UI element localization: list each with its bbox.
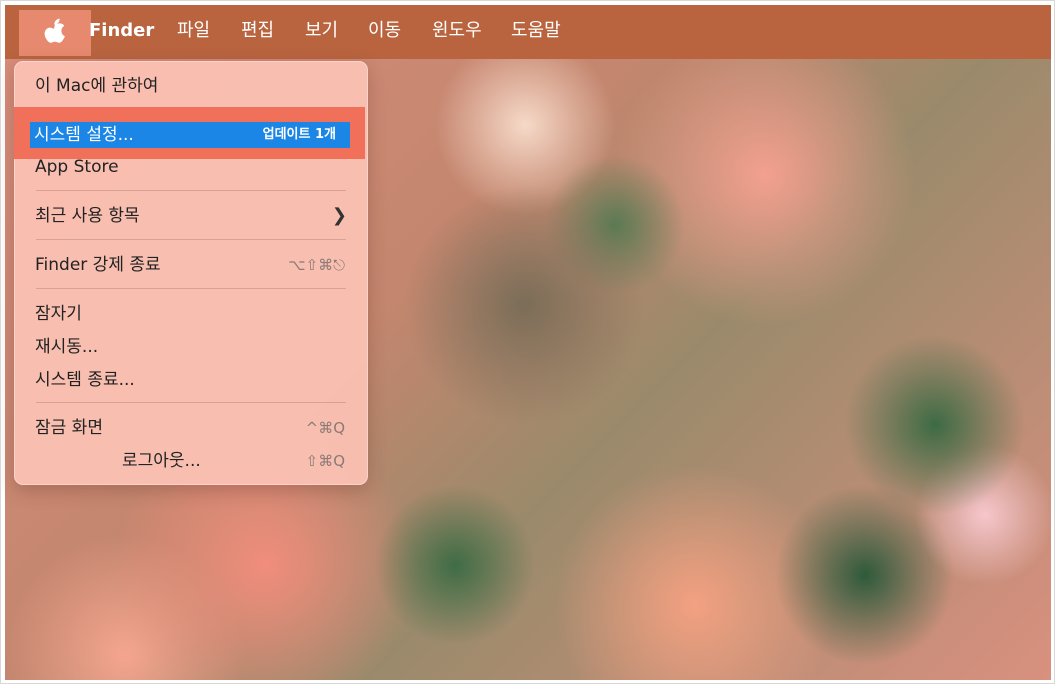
menu-finder[interactable]: Finder	[89, 20, 154, 42]
menu-separator	[36, 288, 346, 289]
menu-help[interactable]: 도움말	[511, 20, 561, 42]
menu-item-force-quit[interactable]: Finder 강제 종료	[35, 254, 161, 276]
chevron-right-icon: ❯	[331, 205, 347, 226]
menu-item-app-store[interactable]: App Store	[35, 156, 119, 178]
system-settings-label: 시스템 설정...	[34, 125, 134, 145]
menu-go[interactable]: 이동	[368, 20, 401, 42]
lock-screen-shortcut: ^⌘Q	[305, 419, 345, 437]
menu-item-sleep[interactable]: 잠자기	[35, 303, 82, 325]
menu-file[interactable]: 파일	[177, 20, 210, 42]
menu-item-about-this-mac[interactable]: 이 Mac에 관하여	[35, 75, 158, 97]
screenshot-frame: Finder 파일 편집 보기 이동 윈도우 도움말 이 Mac에 관하여 Ap…	[0, 0, 1055, 684]
log-out-shortcut: ⇧⌘Q	[305, 452, 345, 470]
apple-menu-button[interactable]	[19, 10, 91, 56]
update-badge: 업데이트 1개	[262, 127, 336, 142]
menu-item-shut-down[interactable]: 시스템 종료...	[35, 369, 135, 391]
menu-item-lock-screen[interactable]: 잠금 화면	[35, 417, 103, 439]
menu-item-recent-items[interactable]: 최근 사용 항목	[35, 205, 140, 227]
menu-edit[interactable]: 편집	[241, 20, 274, 42]
menu-separator	[36, 402, 346, 403]
menu-window[interactable]: 윈도우	[432, 20, 482, 42]
apple-logo-icon	[44, 18, 66, 48]
menu-separator	[36, 190, 346, 191]
menu-item-system-settings[interactable]: 시스템 설정... 업데이트 1개	[30, 122, 350, 148]
menu-separator	[36, 239, 346, 240]
force-quit-shortcut: ⌥⇧⌘⎋	[288, 256, 345, 274]
menu-bar: Finder 파일 편집 보기 이동 윈도우 도움말	[5, 5, 1051, 59]
menu-view[interactable]: 보기	[305, 20, 338, 42]
menu-item-log-out[interactable]: 로그아웃...	[122, 450, 201, 472]
menu-item-restart[interactable]: 재시동...	[35, 336, 98, 358]
